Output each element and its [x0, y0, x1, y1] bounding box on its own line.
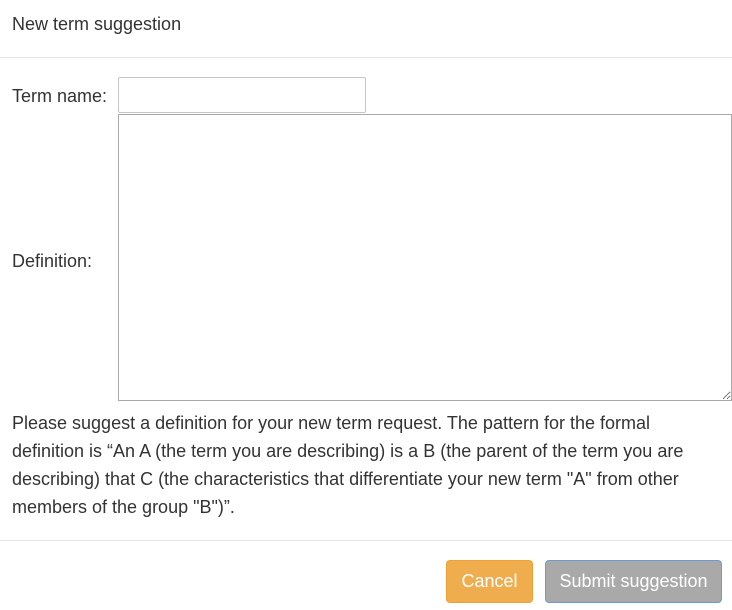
dialog-title: New term suggestion	[12, 14, 182, 34]
definition-label: Definition:	[12, 251, 93, 271]
definition-help-text: Please suggest a definition for your new…	[12, 413, 684, 517]
cancel-button[interactable]: Cancel	[446, 560, 533, 603]
definition-textarea[interactable]	[118, 114, 732, 401]
term-name-input[interactable]	[118, 77, 366, 113]
new-term-dialog: New term suggestion Term name: Definitio…	[0, 0, 732, 610]
term-name-label: Term name:	[12, 86, 108, 106]
submit-suggestion-button[interactable]: Submit suggestion	[545, 560, 722, 603]
dialog-footer: Cancel Submit suggestion	[0, 540, 732, 610]
dialog-header: New term suggestion	[0, 0, 732, 58]
